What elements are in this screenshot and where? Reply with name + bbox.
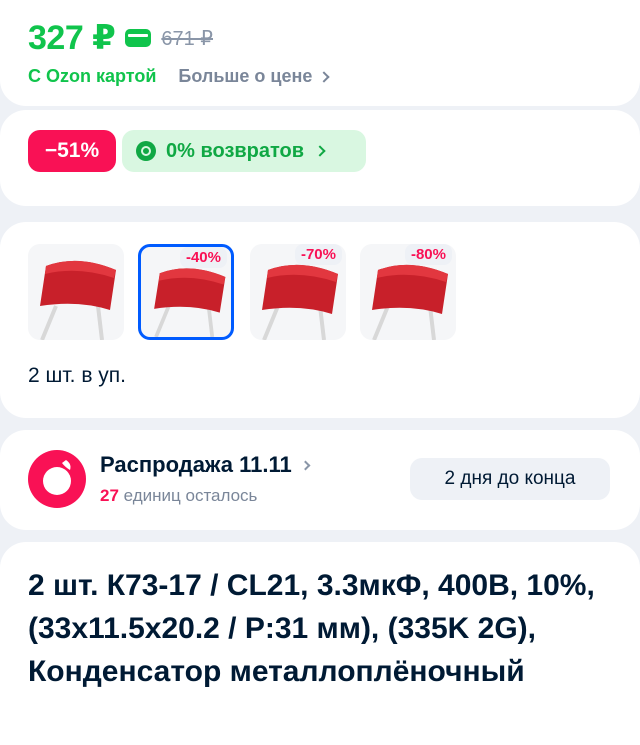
variant-thumbnail-3[interactable]: -70% [250,244,346,340]
price-current: 327 ₽ [28,19,116,57]
returns-label: 0% возвратов [166,139,305,162]
sale-logo-icon [28,450,86,508]
days-left-badge: 2 дня до конца [410,458,610,500]
product-title: 2 шт. К73-17 / CL21, 3.3мкФ, 400В, 10%, … [28,569,595,688]
chevron-right-icon [314,145,326,157]
sale-card[interactable]: Распродажа 11.11 27 единиц осталось 2 дн… [0,430,640,530]
returns-button[interactable]: 0% возвратов [122,130,366,172]
variants-card: -40% -70% -80% 2 шт. в уп. [0,222,640,418]
badges-card: −51% 0% возвратов [0,110,640,206]
chevron-right-icon [300,460,311,470]
returns-icon [136,141,156,161]
capacitor-image [40,260,116,340]
ozon-card-row: С Ozon картой Больше о цене [28,66,331,87]
price-row: 327 ₽ 671 ₽ [28,18,213,58]
discount-badge: −51% [28,130,116,172]
variant-discount-badge: -70% [294,244,342,265]
variant-discount-badge: -40% [179,247,227,268]
sale-remaining-text: единиц осталось [118,486,258,505]
variant-thumbnail-1[interactable] [28,244,124,340]
more-about-price-label: Больше о цене [178,66,313,86]
ozon-card-label: С Ozon картой [28,66,157,86]
sale-remaining: 27 единиц осталось [100,486,257,506]
chevron-right-icon [318,70,331,83]
variant-thumbnail-2-selected[interactable]: -40% [138,244,234,340]
sale-title-label: Распродажа 11.11 [100,452,292,477]
pack-info: 2 шт. в уп. [28,364,127,387]
variant-discount-badge: -80% [404,244,452,265]
more-about-price-link[interactable]: Больше о цене [178,66,331,87]
sale-remaining-count: 27 [100,486,119,505]
variant-thumbnail-4[interactable]: -80% [360,244,456,340]
ozon-card-icon [125,29,152,47]
sale-title[interactable]: Распродажа 11.11 [100,452,311,478]
price-card: 327 ₽ 671 ₽ С Ozon картой Больше о цене [0,0,640,106]
price-old: 671 ₽ [161,27,213,50]
product-title-card: 2 шт. К73-17 / CL21, 3.3мкФ, 400В, 10%, … [0,542,640,745]
